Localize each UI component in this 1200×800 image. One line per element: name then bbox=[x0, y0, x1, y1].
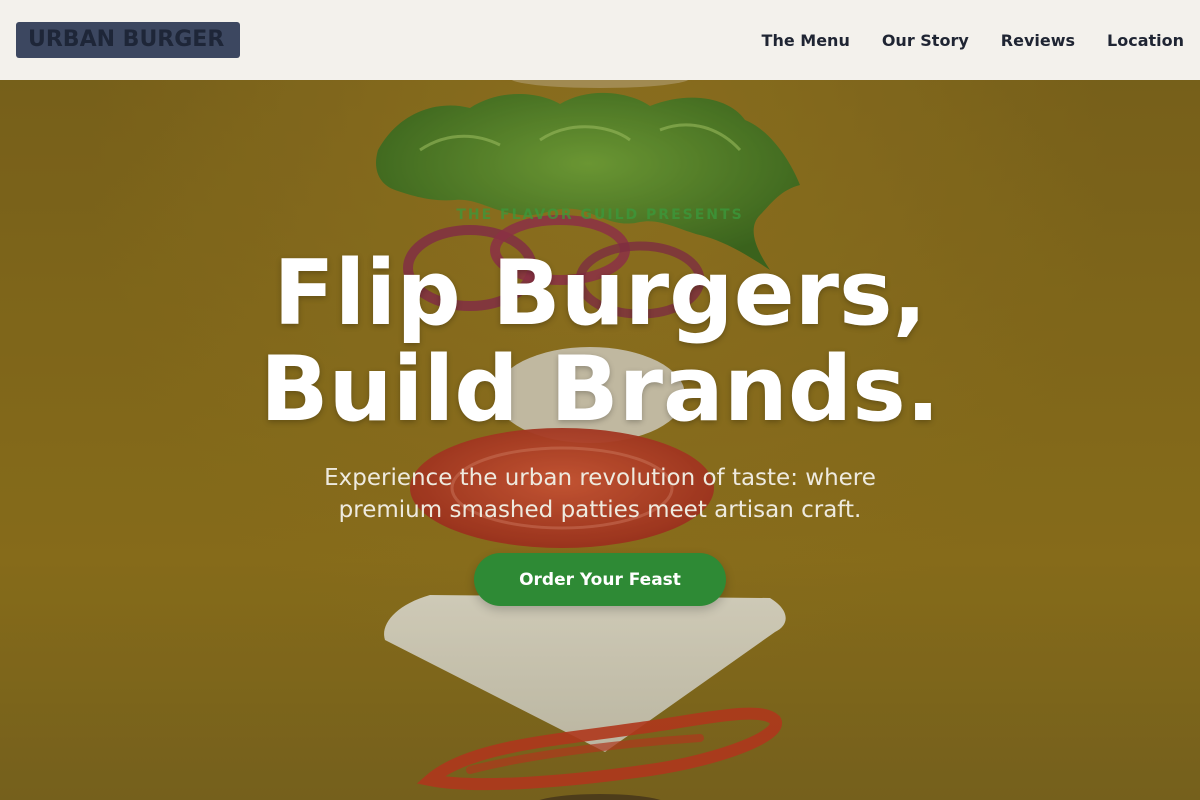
hero-eyebrow: THE FLAVOR GUILD PRESENTS bbox=[456, 207, 744, 223]
nav-link-our-story[interactable]: Our Story bbox=[882, 31, 969, 50]
order-feast-button[interactable]: Order Your Feast bbox=[474, 553, 726, 606]
landing-page: URBAN BURGER The Menu Our Story Reviews … bbox=[0, 0, 1200, 800]
brand-logo[interactable]: URBAN BURGER bbox=[16, 22, 240, 58]
site-header: URBAN BURGER The Menu Our Story Reviews … bbox=[0, 0, 1200, 80]
hero-subtext: Experience the urban revolution of taste… bbox=[324, 465, 876, 523]
hero-headline-line-2: Build Brands. bbox=[259, 337, 941, 442]
hero-content: THE FLAVOR GUILD PRESENTS Flip Burgers, … bbox=[0, 0, 1200, 800]
main-nav: The Menu Our Story Reviews Location bbox=[762, 0, 1184, 80]
nav-link-location[interactable]: Location bbox=[1107, 31, 1184, 50]
nav-link-menu[interactable]: The Menu bbox=[762, 31, 850, 50]
nav-link-reviews[interactable]: Reviews bbox=[1001, 31, 1075, 50]
hero-headline: Flip Burgers, Build Brands. bbox=[0, 246, 1200, 438]
hero-headline-line-1: Flip Burgers, bbox=[273, 241, 927, 346]
